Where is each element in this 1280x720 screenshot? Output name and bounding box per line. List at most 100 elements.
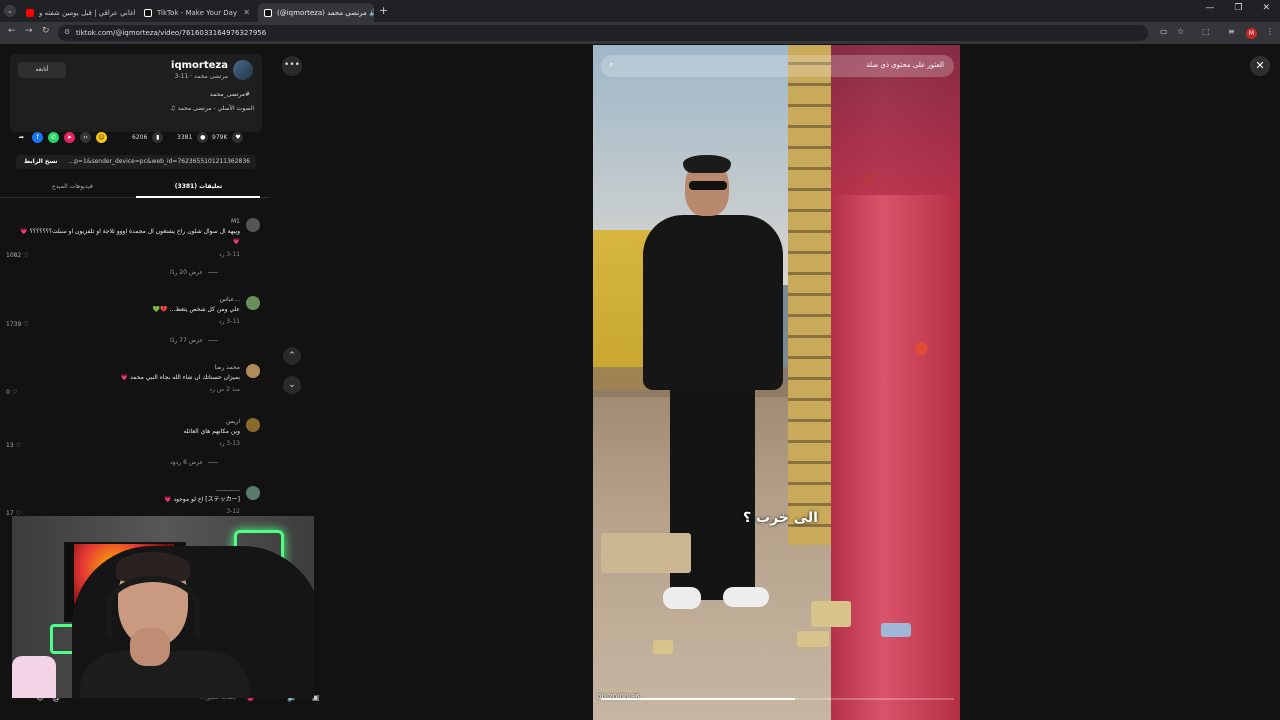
reload-icon[interactable]: ↻ — [42, 26, 50, 36]
commenter-name[interactable]: اريس — [226, 418, 240, 425]
emoji-share-icon[interactable]: ☺ — [96, 132, 107, 143]
back-icon[interactable]: ← — [8, 26, 16, 36]
comment-stat[interactable]: 3381 ● — [177, 132, 209, 143]
next-video-chevron-down-icon[interactable]: ⌄ — [283, 376, 301, 394]
webcam-lamp — [12, 656, 56, 698]
video-description[interactable]: #مرتضى_محمد — [210, 91, 250, 98]
save-stat[interactable]: 6206 ▮ — [132, 132, 164, 143]
whatsapp-icon[interactable]: ✆ — [48, 132, 59, 143]
author-username[interactable]: iqmorteza — [171, 60, 228, 71]
url-text: tiktok.com/@iqmorteza/video/761603316497… — [76, 29, 267, 37]
youtube-favicon-icon — [26, 8, 34, 17]
author-avatar[interactable] — [233, 60, 253, 80]
comment-like-count[interactable]: 13 ♡ — [6, 442, 21, 449]
commenter-avatar[interactable] — [246, 296, 260, 310]
commenter-avatar[interactable] — [246, 364, 260, 378]
browser-tab-3[interactable]: (@iqmorteza) مرتضى محمد 🔊 ✕ — [258, 3, 374, 22]
tiktok-favicon-icon — [264, 8, 272, 17]
copy-link-button[interactable]: نسخ الرابط — [20, 156, 62, 167]
commenter-name[interactable]: محمد رضا — [215, 364, 240, 371]
comment-like-count[interactable]: 1739 ♡ — [6, 321, 29, 328]
view-replies-button[interactable]: عرض 77 ردًا — [170, 337, 218, 344]
bookmark-icon[interactable]: ▮ — [152, 132, 164, 143]
tab-close-icon[interactable]: ✕ — [243, 8, 250, 17]
address-bar[interactable]: ⚙ tiktok.com/@iqmorteza/video/7616033164… — [58, 25, 1148, 41]
comment-count: 3381 — [177, 134, 193, 141]
commenter-avatar[interactable] — [246, 218, 260, 232]
video-progress-bar[interactable] — [601, 698, 954, 700]
browser-tab-2[interactable]: TikTok - Make Your Day ✕ — [138, 3, 256, 22]
video-rubble — [811, 601, 851, 627]
site-info-icon[interactable]: ⚙ — [64, 28, 70, 36]
window-controls: — ❐ ✕ — [1205, 3, 1270, 13]
commenter-name[interactable]: ...عباس — [220, 296, 240, 303]
commenter-name[interactable]: M1 — [231, 218, 240, 225]
video-player[interactable]: ⌕ العثور على محتوى ذي صلة الى خرب ؟ 00:2… — [593, 45, 960, 720]
comment-like-count-value: 13 — [6, 442, 14, 449]
profile-avatar[interactable]: M — [1246, 28, 1257, 39]
previous-video-chevron-up-icon[interactable]: ⌃ — [283, 347, 301, 365]
browser-tab-1[interactable]: اغاني عراقي | قبل يومين شفته و... ✕ — [20, 3, 136, 22]
comment-text: ويبهة ال سوال شلون راح يشتغون ال مجمدة ا… — [20, 228, 240, 245]
comment-like-count-value: 0 — [6, 389, 10, 396]
menu-icon[interactable]: ⋮ — [1266, 27, 1274, 36]
comment-like-count[interactable]: 0 ♡ — [6, 389, 17, 396]
bookmark-star-icon[interactable]: ☆ — [1177, 27, 1184, 36]
browser-tab-title: اغاني عراقي | قبل يومين شفته و... — [39, 8, 136, 17]
forward-icon[interactable]: → — [25, 26, 33, 36]
person-shoe — [723, 587, 769, 607]
related-content-search[interactable]: ⌕ العثور على محتوى ذي صلة — [601, 55, 954, 77]
comment-time-reply[interactable]: منذ 2 س رد — [209, 386, 240, 393]
new-tab-icon[interactable]: + — [379, 4, 388, 17]
browser-toolbar: ← → ↻ ⚙ tiktok.com/@iqmorteza/video/7616… — [0, 22, 1280, 44]
close-icon[interactable]: ✕ — [1250, 56, 1270, 76]
video-caption-text: الى خرب ؟ — [743, 510, 818, 526]
streamer-headset — [106, 576, 200, 636]
commenter-name[interactable]: ———— — [216, 487, 240, 494]
streamer-hand — [130, 628, 170, 666]
share-arrow-icon[interactable]: ➦ — [16, 132, 27, 143]
browser-tab-title: TikTok - Make Your Day — [157, 8, 238, 17]
comment-text: وين مكانهم هاي العائله — [183, 428, 240, 435]
embed-icon[interactable]: ‹› — [80, 132, 91, 143]
tab-creator-videos[interactable]: فيديوهات المبدع — [10, 183, 135, 190]
view-replies-button[interactable]: عرض 20 ردًا — [170, 269, 218, 276]
following-button[interactable]: أتابعه — [18, 62, 66, 78]
restore-icon[interactable]: ❐ — [1234, 3, 1242, 13]
close-window-icon[interactable]: ✕ — [1262, 3, 1270, 13]
comment-time-reply[interactable]: 3-11 رد — [219, 318, 240, 325]
comment-icon[interactable]: ● — [197, 132, 209, 143]
comment-time-reply[interactable]: 3-11 رد — [219, 251, 240, 258]
comment-time-reply[interactable]: 3-12 — [226, 508, 240, 515]
person-hair — [683, 155, 731, 173]
person-sunglasses — [689, 181, 727, 190]
tab-search-button[interactable]: ⌄ — [4, 5, 16, 17]
tab-comments[interactable]: تعليقات (3381) — [136, 183, 261, 190]
like-stat[interactable]: 979K ♥ — [212, 132, 244, 143]
person-hoodie — [643, 215, 783, 390]
webcam-streamer — [80, 552, 250, 698]
share-to-friends-icon[interactable]: ➤ — [64, 132, 75, 143]
view-replies-button[interactable]: عرض 6 ردود — [170, 459, 218, 466]
heart-icon[interactable]: ♥ — [232, 132, 244, 143]
browser-tab-title: (@iqmorteza) مرتضى محمد 🔊 — [277, 8, 374, 17]
related-search-text: العثور على محتوى ذي صلة — [866, 61, 944, 69]
comment-like-count-value: 1082 — [6, 252, 22, 259]
like-count: 979K — [212, 134, 228, 141]
cast-icon[interactable]: ▭ — [1160, 27, 1168, 36]
save-count: 6206 — [132, 134, 148, 141]
more-options-icon[interactable]: ••• — [282, 56, 302, 76]
music-link[interactable]: الصوت الأصلي - مرتضى محمد ♫ — [170, 105, 254, 112]
extensions-icon[interactable]: ⬚ — [1202, 27, 1210, 36]
facebook-icon[interactable]: f — [32, 132, 43, 143]
comment-like-count[interactable]: 1082 ♡ — [6, 252, 29, 259]
commenter-avatar[interactable] — [246, 418, 260, 432]
media-controls-icon[interactable]: ≡ — [1228, 27, 1235, 36]
comment-time-reply[interactable]: 3-13 رد — [219, 440, 240, 447]
active-tab-indicator — [136, 196, 260, 198]
video-bottle — [881, 623, 911, 637]
music-title: الصوت الأصلي - مرتضى محمد — [177, 105, 254, 112]
commenter-avatar[interactable] — [246, 486, 260, 500]
engagement-bar: 979K ♥ 3381 ● 6206 ▮ ☺ ‹› ➤ ✆ f ➦ — [14, 130, 258, 146]
minimize-icon[interactable]: — — [1205, 3, 1214, 13]
